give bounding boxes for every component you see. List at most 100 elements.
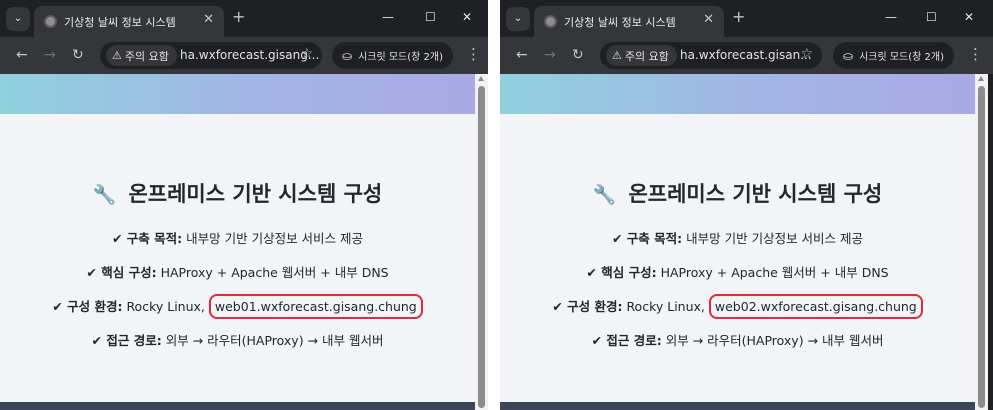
back-button[interactable]: ← (16, 47, 28, 63)
address-bar[interactable]: ⚠ 주의 요함 ha.wxforecast.gisan... ☆ (600, 42, 822, 69)
info-line-access: ✔ 접근 경로: 외부 → 라우터(HAProxy) → 내부 웹서버 (0, 330, 475, 349)
warning-icon: ⚠ (612, 49, 622, 62)
window-close-button[interactable]: ✕ (462, 10, 472, 24)
wrench-icon: 🔧 (592, 184, 617, 206)
url-text[interactable]: ha.wxforecast.gisan... (680, 48, 812, 62)
incognito-indicator[interactable]: ⛀ 시크릿 모드(창 2개) (833, 42, 954, 69)
vertical-scrollbar[interactable] (975, 74, 988, 410)
info-label: 접근 경로: (106, 333, 162, 348)
info-label: 구성 환경: (67, 299, 123, 314)
incognito-label: 시크릿 모드(창 2개) (358, 52, 443, 63)
new-tab-button[interactable]: + (232, 9, 245, 25)
security-chip-label: 주의 요함 (124, 49, 169, 63)
info-line-env: ✔ 구성 환경: Rocky Linux, web01.wxforecast.g… (0, 294, 475, 319)
reload-button[interactable]: ↻ (572, 47, 584, 63)
address-bar[interactable]: ⚠ 주의 요함 ha.wxforecast.gisang... ☆ (100, 42, 322, 69)
check-icon: ✔ (586, 265, 597, 280)
info-line-purpose: ✔ 구축 목적: 내부망 기반 기상정보 서비스 제공 (0, 228, 475, 247)
footer-band (0, 402, 475, 410)
info-label: 접근 경로: (606, 333, 662, 348)
page-title: 🔧 온프레미스 기반 시스템 구성 (0, 178, 475, 208)
menu-kebab-icon[interactable]: ⋮ (466, 46, 481, 62)
info-label: 구축 목적: (126, 231, 183, 246)
globe-icon (544, 15, 557, 28)
info-text: 외부 → 라우터(HAProxy) → 내부 웹서버 (665, 333, 884, 348)
bookmark-star-icon[interactable]: ☆ (300, 46, 313, 62)
check-icon: ✔ (611, 231, 623, 246)
bookmark-star-icon[interactable]: ☆ (800, 46, 813, 62)
hero-banner (500, 74, 975, 114)
new-tab-button[interactable]: + (732, 9, 745, 25)
window-close-button[interactable]: ✕ (964, 10, 974, 24)
tab-strip: ⌄ 기상청 날씨 정보 시스템 ✕ + — ☐ ✕ (0, 0, 488, 37)
scroll-up-arrow-icon[interactable] (478, 76, 484, 81)
tab-close-icon[interactable]: ✕ (203, 12, 214, 27)
forward-button[interactable]: → (44, 47, 56, 63)
page-viewport: 🔧 온프레미스 기반 시스템 구성 ✔ 구축 목적: 내부망 기반 기상정보 서비… (500, 74, 975, 410)
highlighted-hostname: web01.wxforecast.gisang.chung (208, 294, 423, 319)
check-icon: ✔ (86, 265, 97, 280)
browser-window-1: ⌄ 기상청 날씨 정보 시스템 ✕ + — ☐ ✕ ← → ↻ ⚠ 주의 요함 … (0, 0, 488, 410)
security-chip-label: 주의 요함 (624, 49, 669, 63)
page-viewport: 🔧 온프레미스 기반 시스템 구성 ✔ 구축 목적: 내부망 기반 기상정보 서비… (0, 74, 475, 410)
security-chip[interactable]: ⚠ 주의 요함 (606, 45, 677, 66)
info-label: 핵심 구성: (601, 265, 657, 280)
info-text: HAProxy + Apache 웹서버 + 내부 DNS (160, 265, 389, 280)
menu-kebab-icon[interactable]: ⋮ (968, 46, 983, 62)
highlighted-hostname: web02.wxforecast.gisang.chung (708, 294, 923, 319)
incognito-icon: ⛀ (843, 48, 854, 63)
warning-icon: ⚠ (112, 49, 122, 62)
scrollbar-thumb[interactable] (978, 86, 985, 408)
footer-band (500, 402, 975, 410)
info-line-env: ✔ 구성 환경: Rocky Linux, web02.wxforecast.g… (500, 294, 975, 319)
page-content: 🔧 온프레미스 기반 시스템 구성 ✔ 구축 목적: 내부망 기반 기상정보 서비… (500, 114, 975, 402)
divider (488, 0, 500, 410)
tab-active[interactable]: 기상청 날씨 정보 시스템 ✕ (34, 6, 224, 37)
page-title-text: 온프레미스 기반 시스템 구성 (628, 182, 883, 206)
check-icon: ✔ (111, 231, 123, 246)
tab-active[interactable]: 기상청 날씨 정보 시스템 ✕ (534, 6, 724, 37)
info-text: 외부 → 라우터(HAProxy) → 내부 웹서버 (165, 333, 384, 348)
info-label: 핵심 구성: (101, 265, 157, 280)
check-icon: ✔ (591, 333, 602, 348)
globe-icon (44, 15, 57, 28)
maximize-button[interactable]: ☐ (425, 10, 436, 24)
incognito-indicator[interactable]: ⛀ 시크릿 모드(창 2개) (332, 42, 453, 69)
url-text[interactable]: ha.wxforecast.gisang... (180, 48, 319, 62)
info-text: 내부망 기반 기상정보 서비스 제공 (686, 231, 864, 246)
maximize-button[interactable]: ☐ (926, 10, 937, 24)
scrollbar-thumb[interactable] (478, 86, 485, 408)
info-label: 구축 목적: (626, 231, 683, 246)
reload-button[interactable]: ↻ (72, 47, 84, 63)
page-content: 🔧 온프레미스 기반 시스템 구성 ✔ 구축 목적: 내부망 기반 기상정보 서비… (0, 114, 475, 402)
info-label: 구성 환경: (567, 299, 623, 314)
minimize-button[interactable]: — (382, 10, 394, 24)
check-icon: ✔ (91, 333, 102, 348)
minimize-button[interactable]: — (885, 10, 897, 24)
tab-close-icon[interactable]: ✕ (703, 12, 714, 27)
security-chip[interactable]: ⚠ 주의 요함 (106, 45, 177, 66)
tab-title: 기상청 날씨 정보 시스템 (64, 16, 176, 29)
toolbar: ← → ↻ ⚠ 주의 요함 ha.wxforecast.gisang... ☆ … (0, 37, 488, 74)
hero-banner (0, 74, 475, 114)
forward-button[interactable]: → (544, 47, 556, 63)
tab-strip: ⌄ 기상청 날씨 정보 시스템 ✕ + — ☐ ✕ (500, 0, 993, 37)
back-button[interactable]: ← (516, 47, 528, 63)
info-text: 내부망 기반 기상정보 서비스 제공 (186, 231, 364, 246)
scroll-up-arrow-icon[interactable] (978, 76, 984, 81)
vertical-scrollbar[interactable] (475, 74, 488, 410)
info-line-purpose: ✔ 구축 목적: 내부망 기반 기상정보 서비스 제공 (500, 228, 975, 247)
page-title-text: 온프레미스 기반 시스템 구성 (128, 182, 383, 206)
info-line-core: ✔ 핵심 구성: HAProxy + Apache 웹서버 + 내부 DNS (0, 262, 475, 281)
wrench-icon: 🔧 (92, 184, 117, 206)
info-line-core: ✔ 핵심 구성: HAProxy + Apache 웹서버 + 내부 DNS (500, 262, 975, 281)
info-line-access: ✔ 접근 경로: 외부 → 라우터(HAProxy) → 내부 웹서버 (500, 330, 975, 349)
incognito-icon: ⛀ (342, 48, 353, 63)
incognito-label: 시크릿 모드(창 2개) (859, 52, 944, 63)
info-text: Rocky Linux, (126, 299, 205, 314)
browser-window-2: ⌄ 기상청 날씨 정보 시스템 ✕ + — ☐ ✕ ← → ↻ ⚠ 주의 요함 … (500, 0, 993, 410)
tab-search-button[interactable]: ⌄ (506, 7, 530, 31)
check-icon: ✔ (552, 299, 563, 314)
tab-search-button[interactable]: ⌄ (6, 7, 30, 31)
page-title: 🔧 온프레미스 기반 시스템 구성 (500, 178, 975, 208)
